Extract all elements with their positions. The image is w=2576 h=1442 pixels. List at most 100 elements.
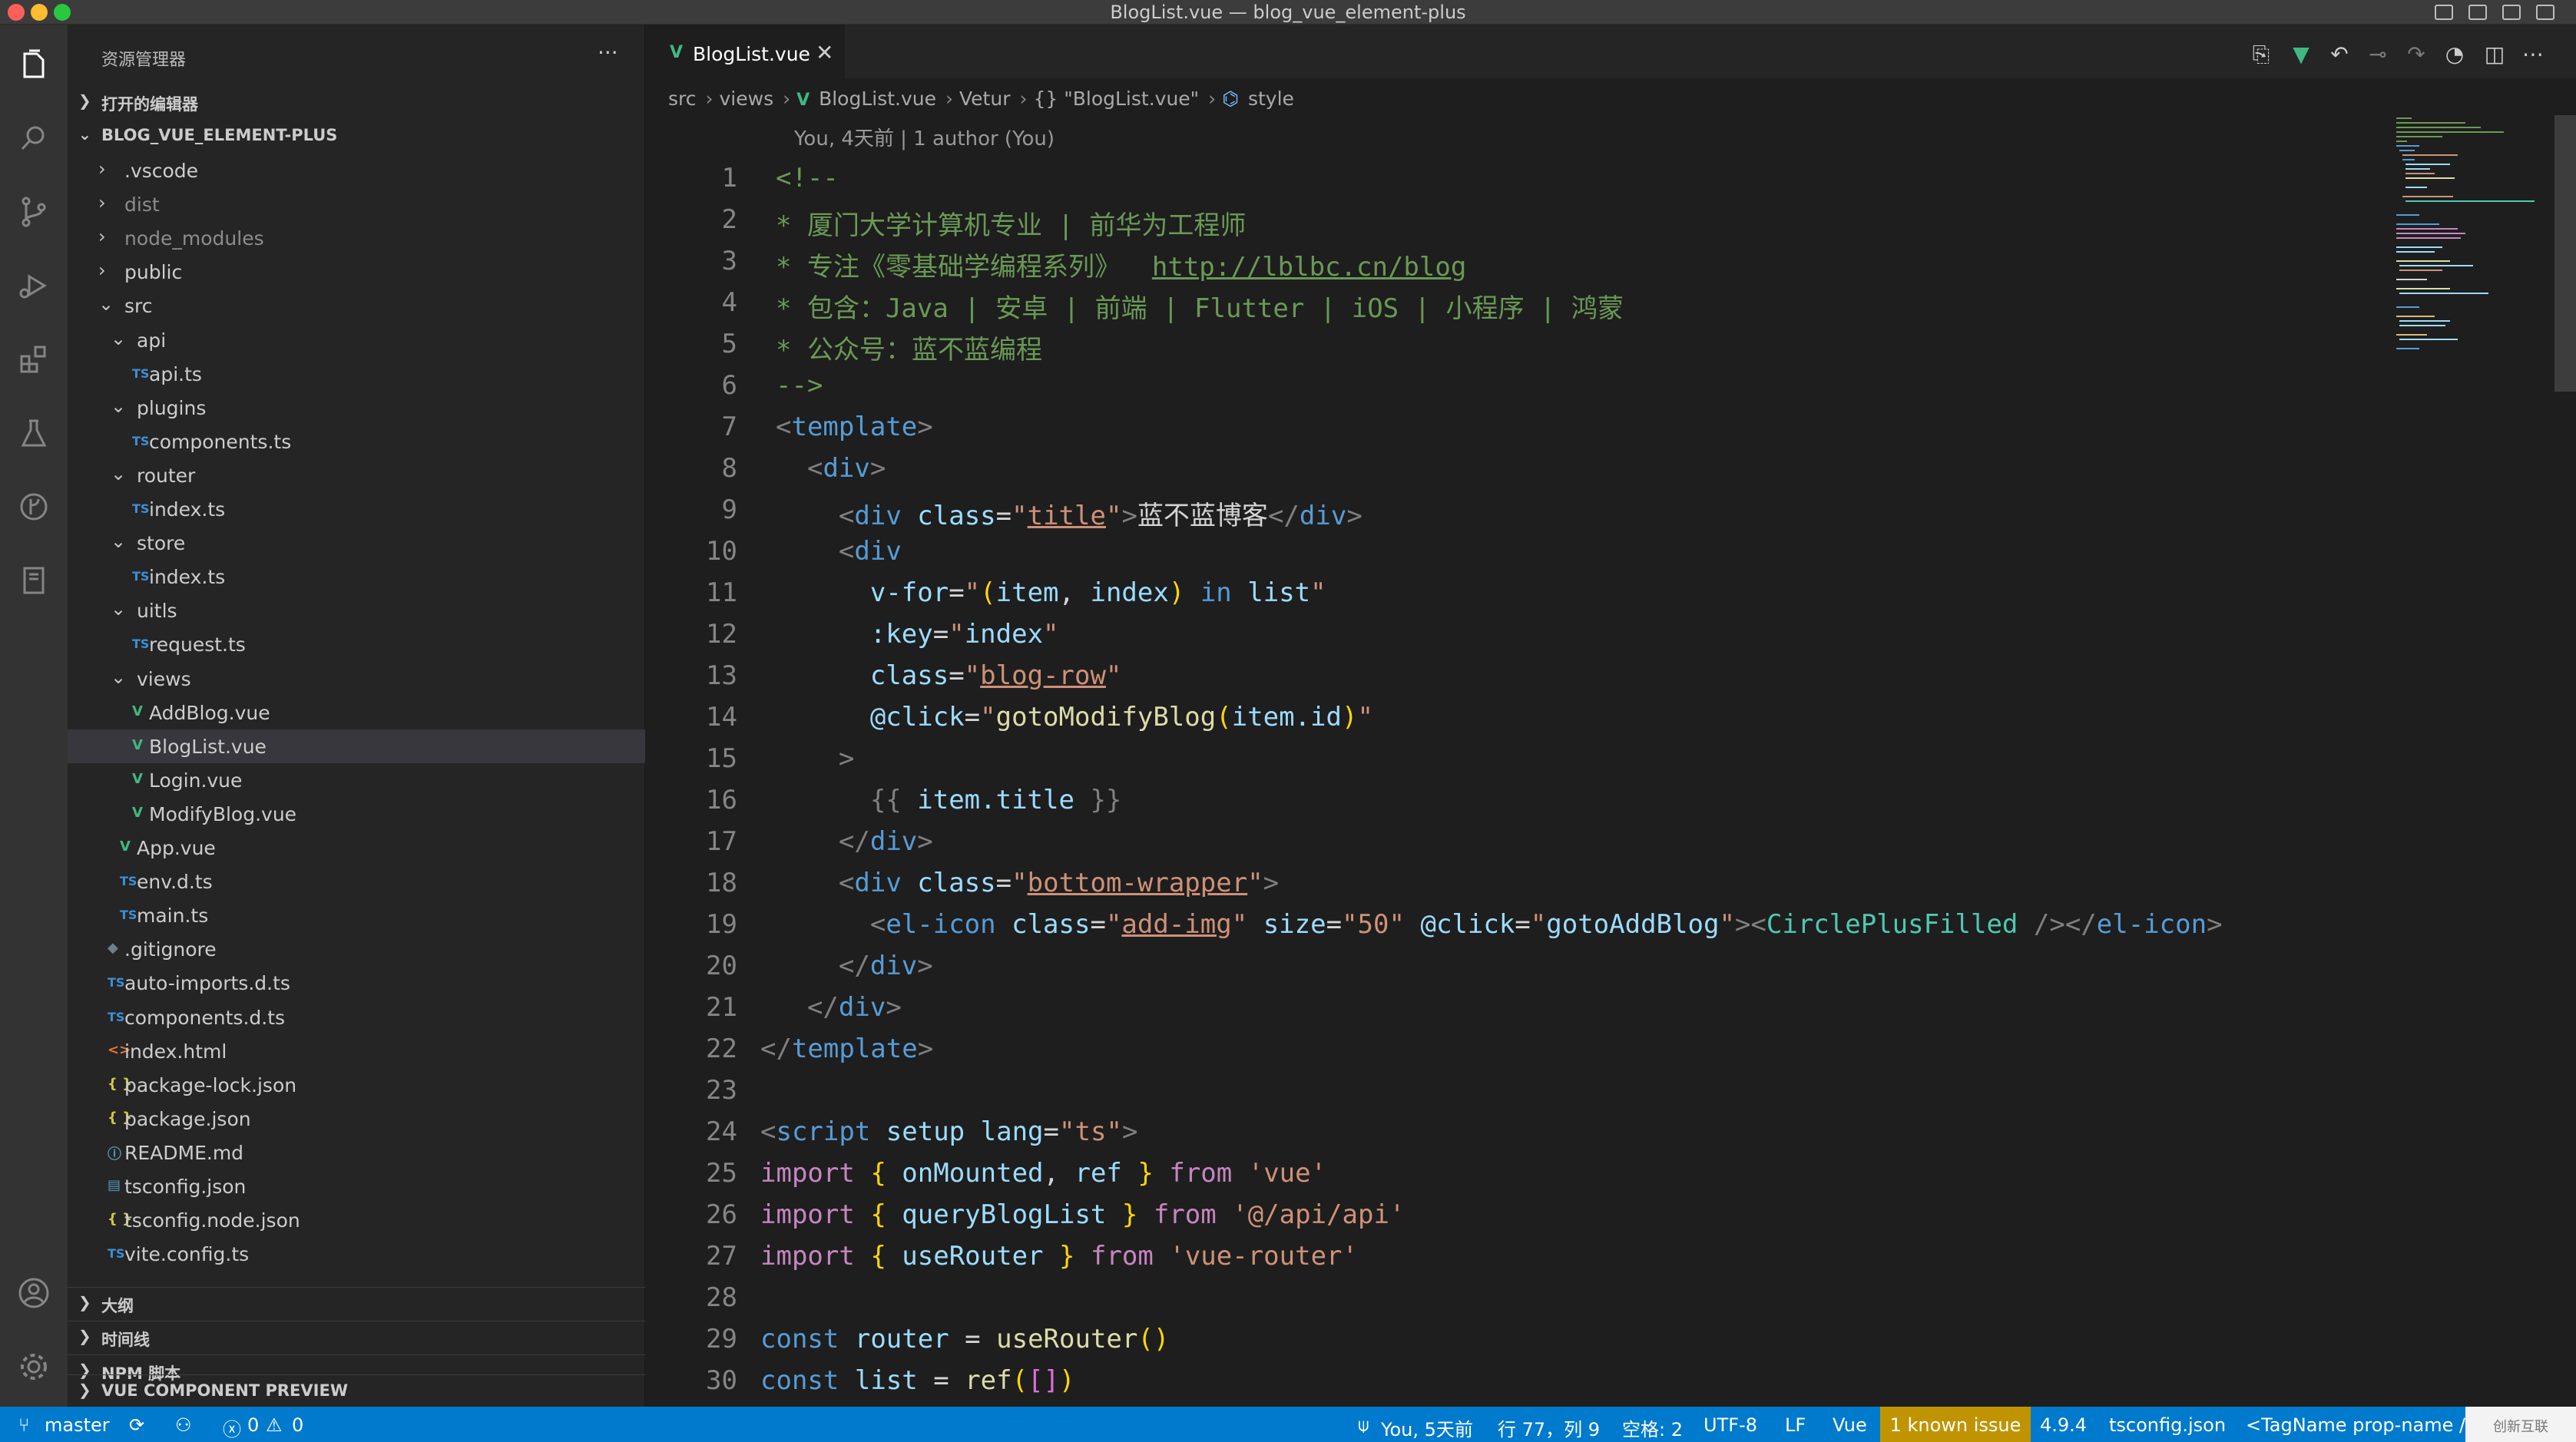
project-section[interactable]: ⌄ BLOG_VUE_ELEMENT-PLUS xyxy=(68,120,645,150)
sidebar-title: 资源管理器 xyxy=(101,51,187,70)
ts-file-icon: TS xyxy=(108,975,125,991)
folder-item[interactable]: › public xyxy=(68,255,645,289)
toggle-panel-icon[interactable] xyxy=(2468,5,2487,20)
file-item[interactable]: V BlogList.vue xyxy=(68,729,645,763)
breadcrumb-style[interactable]: style xyxy=(1248,88,1294,110)
file-item[interactable]: TS components.d.ts xyxy=(68,1000,645,1034)
error-count[interactable]: 0 xyxy=(247,1414,259,1436)
language-mode[interactable]: Vue xyxy=(1833,1414,1867,1436)
folder-item[interactable]: › node_modules xyxy=(68,221,645,255)
outline-section[interactable]: ❯ 大纲 xyxy=(68,1287,645,1318)
git-graph-icon[interactable] xyxy=(17,490,51,524)
toggle-primary-sidebar-icon[interactable] xyxy=(2435,5,2453,20)
tree-item-label: index.ts xyxy=(149,566,226,589)
files-icon[interactable] xyxy=(17,48,51,81)
file-item[interactable]: TS main.ts xyxy=(68,898,645,932)
source-control-icon[interactable] xyxy=(17,195,51,229)
codelens-blame[interactable]: You, 4天前 | 1 author (You) xyxy=(794,123,1055,151)
breadcrumb-component[interactable]: {} "BlogList.vue" xyxy=(1033,88,1199,110)
split-editor-icon[interactable]: ◫ xyxy=(2482,41,2507,67)
tree-item-label: package-lock.json xyxy=(124,1073,297,1096)
tree-item-label: index.ts xyxy=(149,498,226,521)
file-item[interactable]: TS api.ts xyxy=(68,357,645,391)
customize-layout-icon[interactable] xyxy=(2536,5,2554,20)
extensions-icon[interactable] xyxy=(17,342,51,376)
tree-item-label: node_modules xyxy=(124,227,264,250)
go-forward-icon[interactable]: ↷ xyxy=(2404,41,2429,67)
more-actions-icon[interactable]: ⋯ xyxy=(2521,41,2545,67)
folder-item[interactable]: › .vscode xyxy=(68,154,645,187)
branch-name[interactable]: master xyxy=(45,1414,110,1436)
errors-icon[interactable]: ⓧ xyxy=(223,1414,241,1441)
close-icon[interactable]: ✕ xyxy=(816,40,833,65)
folder-item[interactable]: ⌄ api xyxy=(68,323,645,357)
tree-item-label: index.html xyxy=(124,1040,227,1063)
timeline-icon[interactable]: ◔ xyxy=(2442,41,2467,67)
breadcrumb-views[interactable]: views xyxy=(720,88,774,110)
file-item[interactable]: TS auto-imports.d.ts xyxy=(68,966,645,1000)
tagname-status[interactable]: <TagName prop-name /> xyxy=(2246,1414,2481,1436)
toggle-secondary-sidebar-icon[interactable] xyxy=(2502,5,2521,20)
vue-devtools-icon[interactable]: ▼ xyxy=(2289,41,2313,67)
notebook-icon[interactable] xyxy=(17,564,51,597)
live-share-icon[interactable]: ⚇ xyxy=(175,1414,192,1436)
end-of-line[interactable]: LF xyxy=(1785,1414,1806,1436)
file-item[interactable]: <> index.html xyxy=(68,1034,645,1068)
file-item[interactable]: TS request.ts xyxy=(68,627,645,661)
file-item[interactable]: TS index.ts xyxy=(68,492,645,526)
git-commit-icon[interactable]: ⊸ xyxy=(2366,41,2390,67)
search-icon[interactable] xyxy=(17,121,51,155)
file-item[interactable]: V ModifyBlog.vue xyxy=(68,797,645,831)
file-item[interactable]: V AddBlog.vue xyxy=(68,696,645,729)
symbol-icon: ⌬ xyxy=(1222,88,1239,110)
known-issue-badge[interactable]: 1 known issue xyxy=(1880,1407,2031,1442)
code-editor[interactable]: 1 <!-- 2 * 厦门大学计算机专业 | 前华为工程师 3 * 专注《零基础学编程… xyxy=(645,158,2389,1407)
breadcrumb-src[interactable]: src xyxy=(668,88,697,110)
run-debug-icon[interactable] xyxy=(17,269,51,303)
vue-component-preview-section[interactable]: ❯ VUE COMPONENT PREVIEW xyxy=(68,1374,645,1405)
file-item[interactable]: ▤ tsconfig.json xyxy=(68,1169,645,1203)
breadcrumb-vetur[interactable]: Vetur xyxy=(959,88,1010,110)
folder-item[interactable]: ⌄ views xyxy=(68,662,645,696)
file-item[interactable]: ◆ .gitignore xyxy=(68,932,645,966)
testing-icon[interactable] xyxy=(17,416,51,450)
status-blame[interactable]: You, 5天前 xyxy=(1381,1414,1473,1441)
open-preview-icon[interactable]: ⎘ xyxy=(2249,41,2273,67)
file-item[interactable]: V App.vue xyxy=(68,831,645,865)
cursor-position[interactable]: 行 77，列 9 xyxy=(1498,1414,1600,1441)
tsconfig-status[interactable]: tsconfig.json xyxy=(2109,1414,2226,1436)
folder-item[interactable]: ⌄ plugins xyxy=(68,391,645,425)
folder-item[interactable]: ⌄ uitls xyxy=(68,594,645,627)
file-item[interactable]: TS components.ts xyxy=(68,425,645,458)
open-editors-section[interactable]: ❯ 打开的编辑器 xyxy=(68,86,645,117)
account-icon[interactable] xyxy=(17,1276,51,1310)
folder-item[interactable]: ⌄ store xyxy=(68,526,645,560)
timeline-section[interactable]: ❯ 时间线 xyxy=(68,1321,645,1351)
file-item[interactable]: { } tsconfig.node.json xyxy=(68,1203,645,1237)
folder-item[interactable]: ⌄ router xyxy=(68,458,645,492)
file-item[interactable]: { } package-lock.json xyxy=(68,1068,645,1102)
file-item[interactable]: V Login.vue xyxy=(68,763,645,797)
file-item[interactable]: TS vite.config.ts xyxy=(68,1237,645,1271)
scrollbar-thumb[interactable] xyxy=(2554,115,2576,392)
more-actions-icon[interactable]: ··· xyxy=(598,40,618,65)
settings-gear-icon[interactable] xyxy=(17,1350,51,1384)
sync-icon[interactable]: ⟳ xyxy=(129,1414,144,1436)
folder-item[interactable]: ⌄ src xyxy=(68,289,645,322)
breadcrumb-file[interactable]: BlogList.vue xyxy=(819,88,936,110)
file-item[interactable]: TS env.d.ts xyxy=(68,865,645,898)
url-link[interactable]: http://lblbc.cn/blog xyxy=(1152,252,1466,283)
indentation[interactable]: 空格: 2 xyxy=(1622,1414,1683,1441)
file-item[interactable]: { } package.json xyxy=(68,1102,645,1136)
file-item[interactable]: ⓘ README.md xyxy=(68,1136,645,1169)
typescript-version[interactable]: 4.9.4 xyxy=(2040,1414,2087,1436)
encoding[interactable]: UTF-8 xyxy=(1704,1414,1757,1436)
folder-item[interactable]: › dist xyxy=(68,187,645,221)
warning-count[interactable]: 0 xyxy=(292,1414,303,1436)
go-back-icon[interactable]: ↶ xyxy=(2327,41,2352,67)
editor-scrollbar[interactable] xyxy=(2554,115,2576,1407)
tab-bloglist-vue[interactable]: V BlogList.vue ✕ xyxy=(645,25,845,78)
file-item[interactable]: TS index.ts xyxy=(68,560,645,594)
warning-icon[interactable]: ⚠ xyxy=(266,1414,283,1436)
minimap[interactable] xyxy=(2396,115,2550,361)
